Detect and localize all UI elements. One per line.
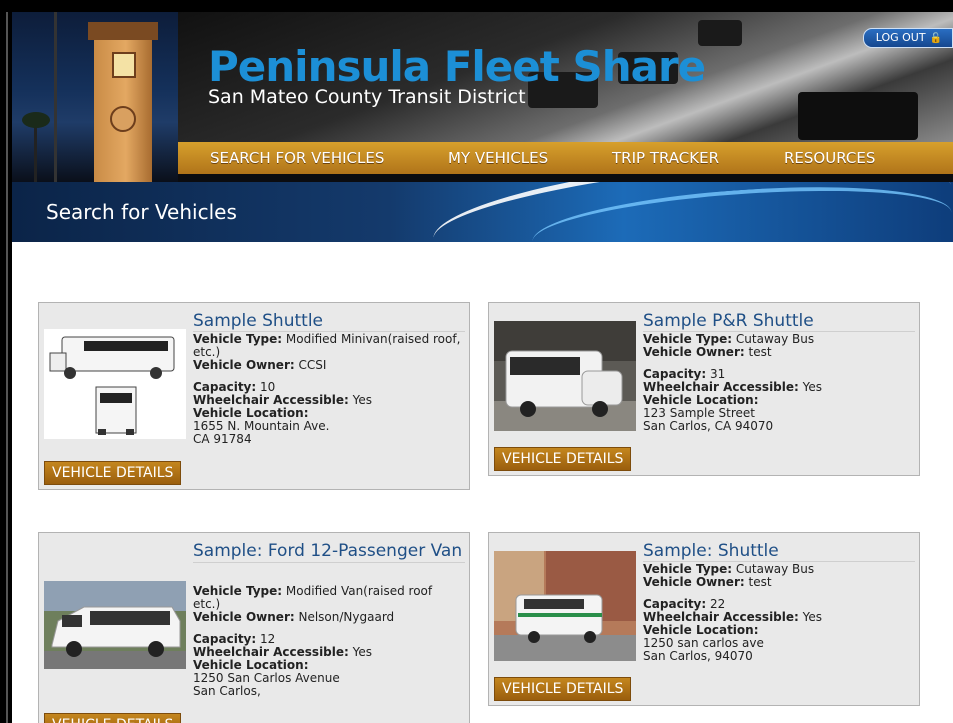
vehicle-name[interactable]: Sample Shuttle — [193, 311, 465, 332]
vehicle-details-button[interactable]: VEHICLE DETAILS — [494, 447, 632, 471]
vehicle-name[interactable]: Sample: Ford 12-Passenger Van — [193, 541, 465, 563]
vehicle-capacity: 10 — [260, 380, 276, 394]
nav-resources[interactable]: RESOURCES — [784, 142, 875, 174]
clock-tower-photo — [12, 12, 178, 182]
page-title: Search for Vehicles — [46, 200, 237, 224]
vehicle-details-button[interactable]: VEHICLE DETAILS — [494, 677, 632, 701]
vehicle-capacity: 12 — [260, 632, 276, 646]
vehicle-name[interactable]: Sample: Shuttle — [643, 541, 915, 562]
logout-button[interactable]: LOG OUT 🔓 — [862, 28, 953, 48]
vehicle-info: Vehicle Type: Modified Van(raised roof e… — [193, 585, 463, 698]
vehicle-details-button[interactable]: VEHICLE DETAILS — [44, 461, 182, 485]
vehicle-card: Sample: Ford 12-Passenger Van Vehicle Ty… — [38, 532, 470, 723]
cutaway-bus-photo — [494, 321, 636, 431]
nav-my-vehicles[interactable]: MY VEHICLES — [448, 142, 548, 174]
vehicle-location-line2: CA 91784 — [193, 432, 252, 446]
vehicle-owner: Nelson/Nygaard — [298, 610, 395, 624]
site-header: Peninsula Fleet Share San Mateo County T… — [12, 12, 953, 182]
brand-title: Peninsula Fleet Share — [208, 42, 706, 91]
vehicle-location-line2: San Carlos, 94070 — [643, 649, 753, 663]
page-banner: Search for Vehicles — [12, 182, 953, 242]
vehicle-capacity: 31 — [710, 367, 726, 381]
vehicle-card: Sample P&R Shuttle Vehicle Type: Cutaway… — [488, 302, 920, 476]
logout-label: LOG OUT — [875, 31, 926, 44]
vehicle-type: Cutaway Bus — [735, 562, 815, 576]
vehicle-wheelchair: Yes — [352, 645, 373, 659]
nav-search-for-vehicles[interactable]: SEARCH FOR VEHICLES — [210, 142, 384, 174]
vehicle-details-button[interactable]: VEHICLE DETAILS — [44, 713, 182, 723]
vehicle-wheelchair: Yes — [802, 610, 823, 624]
vehicle-owner: CCSI — [298, 358, 327, 372]
vehicle-card: Sample Shuttle Vehicle Type: Modified Mi… — [38, 302, 470, 490]
page: Peninsula Fleet Share San Mateo County T… — [12, 12, 953, 723]
vehicle-owner: test — [748, 345, 772, 359]
vehicle-info: Vehicle Type: Cutaway Bus Vehicle Owner:… — [643, 563, 913, 663]
vehicle-type: Cutaway Bus — [735, 332, 815, 346]
vehicle-name[interactable]: Sample P&R Shuttle — [643, 311, 915, 332]
nav-trip-tracker[interactable]: TRIP TRACKER — [612, 142, 719, 174]
vehicle-location-line2: San Carlos, CA 94070 — [643, 419, 774, 433]
passenger-van-photo — [44, 581, 186, 669]
main-nav: SEARCH FOR VEHICLES MY VEHICLES TRIP TRA… — [178, 142, 953, 174]
vehicle-info: Vehicle Type: Cutaway Bus Vehicle Owner:… — [643, 333, 913, 433]
brand-subtitle: San Mateo County Transit District — [208, 86, 526, 108]
vehicle-location-line2: San Carlos, — [193, 684, 261, 698]
vehicle-wheelchair: Yes — [352, 393, 373, 407]
vehicle-capacity: 22 — [710, 597, 726, 611]
street-shuttle-photo — [494, 551, 636, 661]
vehicle-card: Sample: Shuttle Vehicle Type: Cutaway Bu… — [488, 532, 920, 706]
shuttle-diagram-image — [44, 329, 186, 439]
vehicle-info: Vehicle Type: Modified Minivan(raised ro… — [193, 333, 463, 446]
vehicle-wheelchair: Yes — [802, 380, 823, 394]
page-left-border — [6, 12, 8, 723]
lock-icon: 🔓 — [929, 33, 942, 44]
vehicle-owner: test — [748, 575, 772, 589]
